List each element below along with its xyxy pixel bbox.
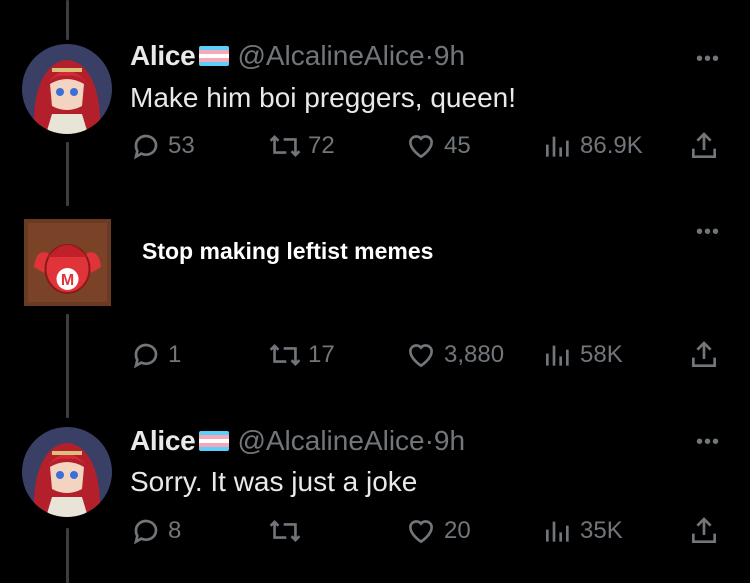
- like-icon: [408, 520, 434, 544]
- reply-icon: [134, 343, 158, 369]
- avatar[interactable]: [22, 44, 112, 134]
- reply-icon: [134, 519, 158, 545]
- views-icon: [546, 345, 569, 366]
- timestamp[interactable]: ·9h: [425, 425, 465, 457]
- repost-button[interactable]: [268, 515, 308, 547]
- handle[interactable]: @AlcalineAlice: [237, 40, 424, 72]
- more-icon[interactable]: •••: [696, 431, 720, 454]
- display-name[interactable]: Alice: [130, 425, 196, 457]
- tweet-text: Sorry. It was just a joke: [130, 466, 418, 497]
- views-button[interactable]: 58K: [542, 339, 623, 371]
- trans-flag-icon: [199, 431, 230, 451]
- share-button[interactable]: [688, 130, 720, 162]
- reply-button[interactable]: 8: [130, 515, 181, 547]
- views-button[interactable]: 35K: [542, 515, 623, 547]
- tweet-text: Make him boi preggers, queen!: [130, 82, 516, 113]
- repost-button[interactable]: 72: [268, 130, 335, 162]
- like-count: 3,880: [444, 341, 505, 368]
- view-count: 86.9K: [580, 132, 643, 159]
- like-count: 45: [444, 132, 471, 159]
- action-bar: 8 20 35K: [0, 513, 750, 553]
- repost-icon: [269, 134, 301, 158]
- share-icon: [692, 517, 716, 543]
- tweet-header: Alice @AlcalineAlice ·9h: [130, 40, 465, 72]
- avatar[interactable]: M: [24, 219, 111, 306]
- more-icon[interactable]: •••: [696, 48, 720, 71]
- share-button[interactable]: [688, 515, 720, 547]
- more-icon[interactable]: •••: [696, 221, 720, 244]
- action-bar: 53 72 45 86.9K: [0, 128, 750, 168]
- view-count: 58K: [580, 341, 623, 368]
- like-count: 20: [444, 517, 471, 544]
- view-count: 35K: [580, 517, 623, 544]
- tweet[interactable]: M ••• Stop making leftist memes 1 17 3,8…: [0, 205, 750, 395]
- tweet[interactable]: Alice @AlcalineAlice ·9h ••• Make him bo…: [0, 0, 750, 200]
- meme-text: Stop making leftist memes: [142, 238, 434, 264]
- repost-button[interactable]: 17: [268, 339, 335, 371]
- views-icon: [546, 136, 569, 157]
- reply-button[interactable]: 1: [130, 339, 181, 371]
- svg-text:M: M: [61, 272, 74, 289]
- reply-count: 8: [168, 517, 182, 544]
- share-icon: [692, 341, 716, 367]
- share-button[interactable]: [688, 339, 720, 371]
- like-button[interactable]: 20: [404, 515, 471, 547]
- reply-count: 53: [168, 132, 195, 159]
- handle[interactable]: @AlcalineAlice: [237, 425, 424, 457]
- share-icon: [692, 132, 716, 158]
- reply-count: 1: [168, 341, 182, 368]
- like-icon: [408, 135, 434, 159]
- views-icon: [546, 521, 569, 542]
- repost-count: 17: [308, 341, 335, 368]
- views-button[interactable]: 86.9K: [542, 130, 643, 162]
- repost-icon: [269, 343, 301, 367]
- trans-flag-icon: [199, 46, 230, 66]
- display-name[interactable]: Alice: [130, 40, 196, 72]
- repost-icon: [269, 519, 301, 543]
- tweet-header: Alice @AlcalineAlice ·9h: [130, 425, 465, 457]
- like-icon: [408, 344, 434, 368]
- timestamp[interactable]: ·9h: [425, 40, 465, 72]
- like-button[interactable]: 45: [404, 130, 471, 162]
- tweet[interactable]: Alice @AlcalineAlice ·9h ••• Sorry. It w…: [0, 385, 750, 583]
- avatar[interactable]: [22, 427, 112, 517]
- like-button[interactable]: 3,880: [404, 339, 504, 371]
- action-bar: 1 17 3,880 58K: [0, 337, 750, 377]
- reply-icon: [134, 134, 158, 160]
- reply-button[interactable]: 53: [130, 130, 195, 162]
- repost-count: 72: [308, 132, 335, 159]
